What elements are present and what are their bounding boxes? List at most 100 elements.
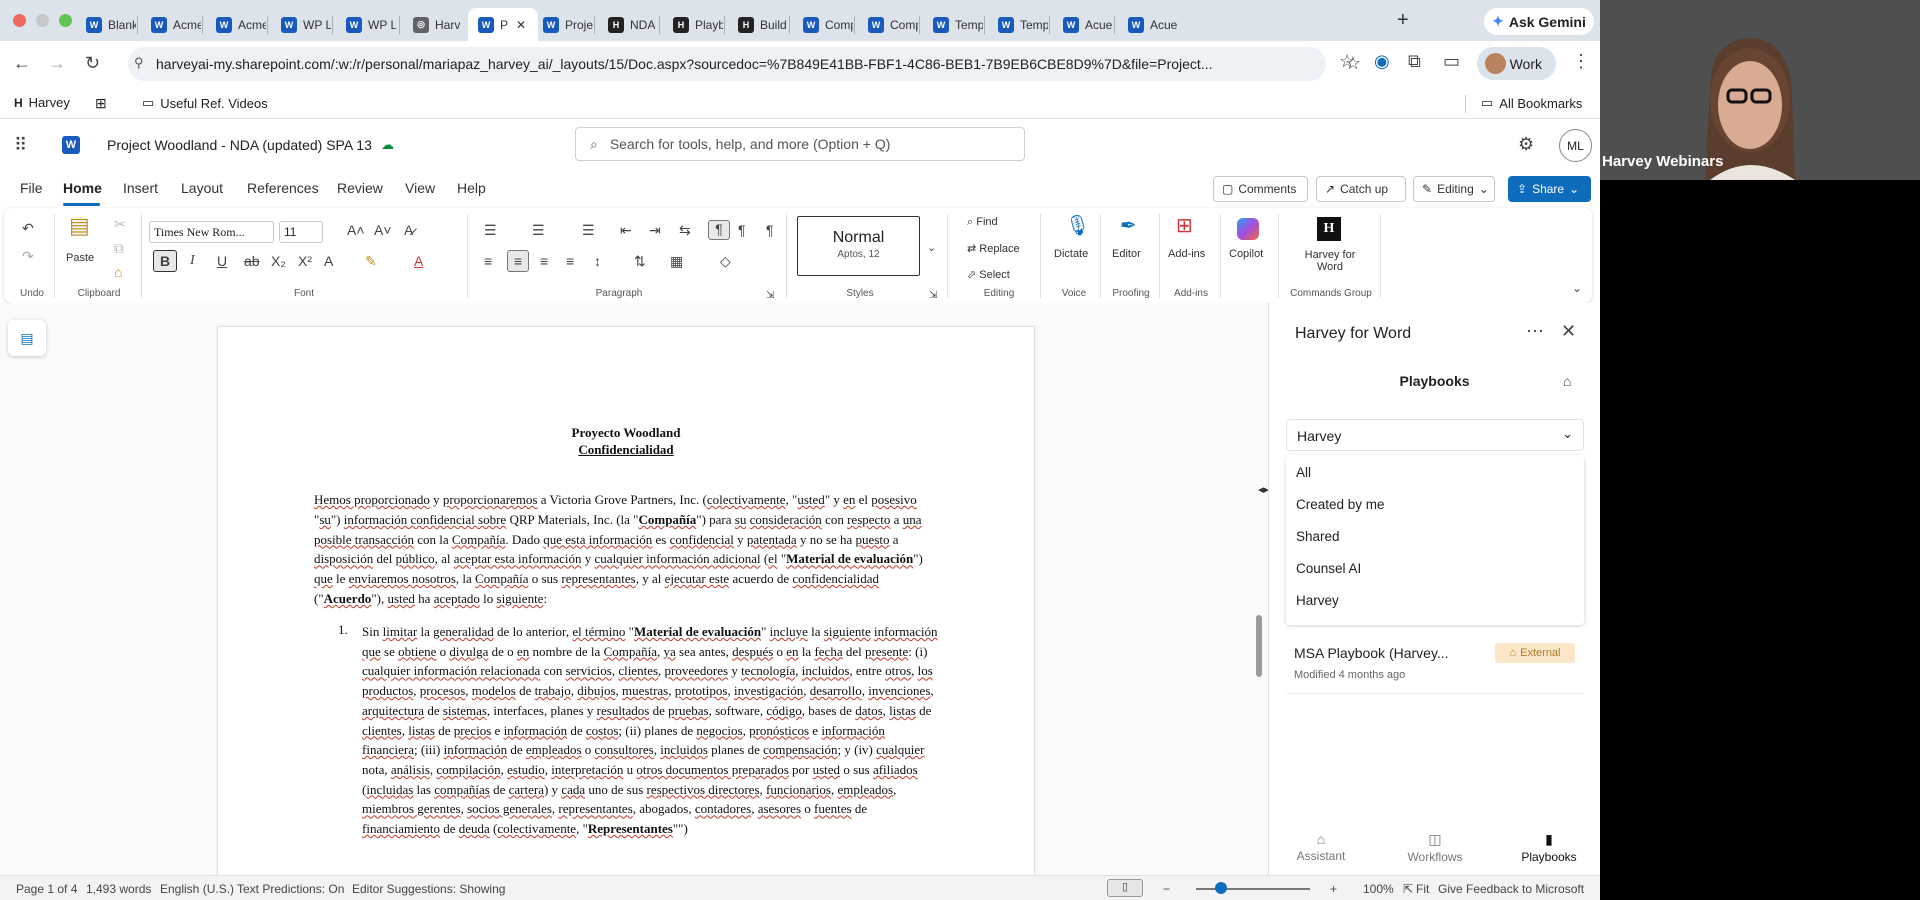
feedback-link[interactable]: Give Feedback to Microsoft bbox=[1438, 882, 1584, 896]
line-spacing-icon[interactable]: ↕ bbox=[594, 253, 601, 269]
ltr-icon[interactable]: ¶ bbox=[738, 222, 746, 238]
borders-icon[interactable]: ▦ bbox=[670, 253, 683, 269]
editor-pen-icon[interactable]: ✒ bbox=[1120, 216, 1137, 236]
tab-playbooks[interactable]: ▮ Playbooks bbox=[1509, 831, 1589, 864]
addins-label[interactable]: Add-ins bbox=[1168, 248, 1205, 260]
settings-gear-icon[interactable]: ⚙ bbox=[1518, 134, 1534, 155]
filter-option-counsel-ai[interactable]: Counsel AI bbox=[1296, 561, 1361, 576]
tab-assistant[interactable]: ⌂ Assistant bbox=[1281, 831, 1361, 863]
fit-button[interactable]: Fit bbox=[1416, 882, 1429, 896]
paste-label[interactable]: Paste bbox=[66, 252, 94, 264]
tab-review[interactable]: Review bbox=[337, 180, 383, 196]
document-canvas[interactable]: Proyecto Woodland Confidencialidad Hemos… bbox=[0, 303, 1268, 875]
harvey-for-word-button[interactable]: Harvey for Word bbox=[1302, 249, 1358, 273]
show-formatting-button[interactable]: ¶ bbox=[708, 220, 730, 240]
browser-tab[interactable]: W Blank bbox=[76, 8, 136, 41]
tab-search-icon[interactable]: ▭ bbox=[1443, 51, 1460, 72]
replace-button[interactable]: ⇄ Replace bbox=[967, 242, 1020, 255]
shrink-font-icon[interactable]: A˅ bbox=[374, 222, 392, 238]
copy-icon[interactable]: ⧉ bbox=[114, 240, 124, 256]
find-button[interactable]: ⌕ Find bbox=[967, 216, 998, 229]
filter-option-shared[interactable]: Shared bbox=[1296, 529, 1340, 544]
cut-icon[interactable]: ✂ bbox=[114, 216, 126, 232]
playbook-item-name[interactable]: MSA Playbook (Harvey... bbox=[1294, 645, 1449, 661]
minimize-window-button[interactable] bbox=[36, 14, 49, 27]
browser-tab[interactable]: W Comp bbox=[858, 8, 918, 41]
paragraph-launcher-icon[interactable]: ⇲ bbox=[766, 288, 774, 304]
undo-icon[interactable]: ↶ bbox=[22, 220, 34, 236]
format-painter-icon[interactable]: ⌂ bbox=[114, 264, 122, 280]
tab-references[interactable]: References bbox=[247, 180, 319, 196]
highlighter-icon[interactable]: ✎ bbox=[365, 253, 377, 269]
document-paragraph-1[interactable]: Hemos proporcionado y proporcionaremos a… bbox=[314, 490, 942, 609]
maximize-window-button[interactable] bbox=[59, 14, 72, 27]
ribbon-collapse-chevron-icon[interactable]: ⌄ bbox=[1572, 280, 1582, 296]
catch-up-button[interactable]: ↗ Catch up bbox=[1316, 176, 1406, 202]
browser-tab[interactable]: W WP L bbox=[336, 8, 396, 41]
reload-icon[interactable]: ↻ bbox=[85, 53, 100, 74]
browser-tab[interactable]: ◎ Harv bbox=[403, 8, 463, 41]
bold-button[interactable]: B bbox=[153, 250, 177, 272]
filter-option-harvey[interactable]: Harvey bbox=[1296, 593, 1339, 608]
style-normal[interactable]: Normal Aptos, 12 bbox=[797, 216, 920, 276]
filter-option-created-by-me[interactable]: Created by me bbox=[1296, 497, 1385, 512]
more-options-icon[interactable]: ⋯ bbox=[1526, 321, 1544, 342]
styles-launcher-icon[interactable]: ⇲ bbox=[929, 288, 937, 304]
rtl-icon[interactable]: ⇆ bbox=[679, 222, 691, 238]
document-page[interactable]: Proyecto Woodland Confidencialidad Hemos… bbox=[217, 326, 1035, 875]
browser-tab[interactable]: W Temp bbox=[923, 8, 983, 41]
document-heading[interactable]: Proyecto Woodland bbox=[218, 425, 1034, 441]
redo-icon[interactable]: ↷ bbox=[22, 248, 34, 264]
align-right-icon[interactable]: ≡ bbox=[540, 253, 548, 269]
grow-font-icon[interactable]: A˄ bbox=[347, 222, 365, 238]
dictate-label[interactable]: Dictate bbox=[1054, 248, 1088, 260]
browser-tab[interactable]: H Build bbox=[728, 8, 788, 41]
apps-grid-icon[interactable]: ⊞ bbox=[95, 95, 107, 112]
increase-indent-icon[interactable]: ⇥ bbox=[649, 222, 661, 238]
extensions-puzzle-icon[interactable]: ⧉ bbox=[1408, 51, 1421, 72]
bookmark-star-icon[interactable]: ☆ bbox=[1339, 51, 1355, 72]
zoom-slider-thumb[interactable] bbox=[1215, 882, 1227, 894]
close-tab-icon[interactable]: ✕ bbox=[516, 18, 526, 32]
harvey-logo-icon[interactable]: H bbox=[1317, 217, 1341, 241]
browser-tab[interactable]: W Temp bbox=[988, 8, 1048, 41]
browser-tab[interactable]: W P ✕ bbox=[468, 8, 538, 41]
editing-mode-button[interactable]: ✎ Editing ⌄ bbox=[1413, 176, 1495, 202]
align-center-button[interactable]: ≡ bbox=[507, 250, 529, 272]
text-predictions-status[interactable]: Text Predictions: On bbox=[237, 882, 344, 896]
browser-tab[interactable]: W Acme bbox=[206, 8, 266, 41]
font-color-icon[interactable]: A bbox=[414, 253, 423, 269]
text-effects-icon[interactable]: A bbox=[324, 253, 333, 269]
italic-button[interactable]: I bbox=[190, 253, 195, 269]
forward-arrow-icon[interactable]: → bbox=[48, 53, 66, 74]
word-logo-icon[interactable]: W bbox=[62, 136, 80, 154]
playbook-filter-select[interactable]: Harvey ⌄ bbox=[1286, 419, 1584, 451]
word-count[interactable]: 1,493 words bbox=[86, 882, 151, 896]
select-button[interactable]: ⬀ Select bbox=[967, 268, 1010, 281]
browser-tab[interactable]: W Proje bbox=[533, 8, 593, 41]
filter-option-all[interactable]: All bbox=[1296, 465, 1311, 480]
strikethrough-button[interactable]: ab bbox=[244, 253, 260, 269]
shading-icon[interactable]: ◇ bbox=[720, 253, 731, 269]
document-paragraph-2[interactable]: Sin limitar la generalidad de lo anterio… bbox=[362, 622, 942, 839]
pane-resize-handle-icon[interactable]: ◂▸ bbox=[1258, 483, 1268, 496]
tab-layout[interactable]: Layout bbox=[181, 180, 223, 196]
zoom-out-icon[interactable]: − bbox=[1163, 882, 1170, 896]
copilot-label[interactable]: Copilot bbox=[1229, 248, 1263, 260]
microphone-icon[interactable]: 🎙 bbox=[1065, 216, 1090, 236]
navigation-pane-button[interactable]: ▤ bbox=[8, 320, 46, 356]
browser-tab[interactable]: W Acue bbox=[1118, 8, 1178, 41]
tab-insert[interactable]: Insert bbox=[123, 180, 158, 196]
document-subheading[interactable]: Confidencialidad bbox=[218, 442, 1034, 458]
tab-view[interactable]: View bbox=[405, 180, 435, 196]
ask-gemini-button[interactable]: ✦ Ask Gemini bbox=[1484, 8, 1594, 35]
editor-suggestions-status[interactable]: Editor Suggestions: Showing bbox=[352, 882, 505, 896]
underline-button[interactable]: U bbox=[217, 253, 227, 269]
clear-formatting-icon[interactable]: A̷ bbox=[404, 222, 413, 238]
document-scrollbar[interactable] bbox=[1256, 615, 1262, 677]
sort-icon[interactable]: ⇅ bbox=[634, 253, 646, 269]
share-button[interactable]: ⇪ Share ⌄ bbox=[1508, 176, 1591, 202]
zoom-slider[interactable] bbox=[1196, 888, 1310, 890]
tool-search-input[interactable]: ⌕ Search for tools, help, and more (Opti… bbox=[575, 127, 1025, 161]
align-left-icon[interactable]: ≡ bbox=[484, 253, 492, 269]
